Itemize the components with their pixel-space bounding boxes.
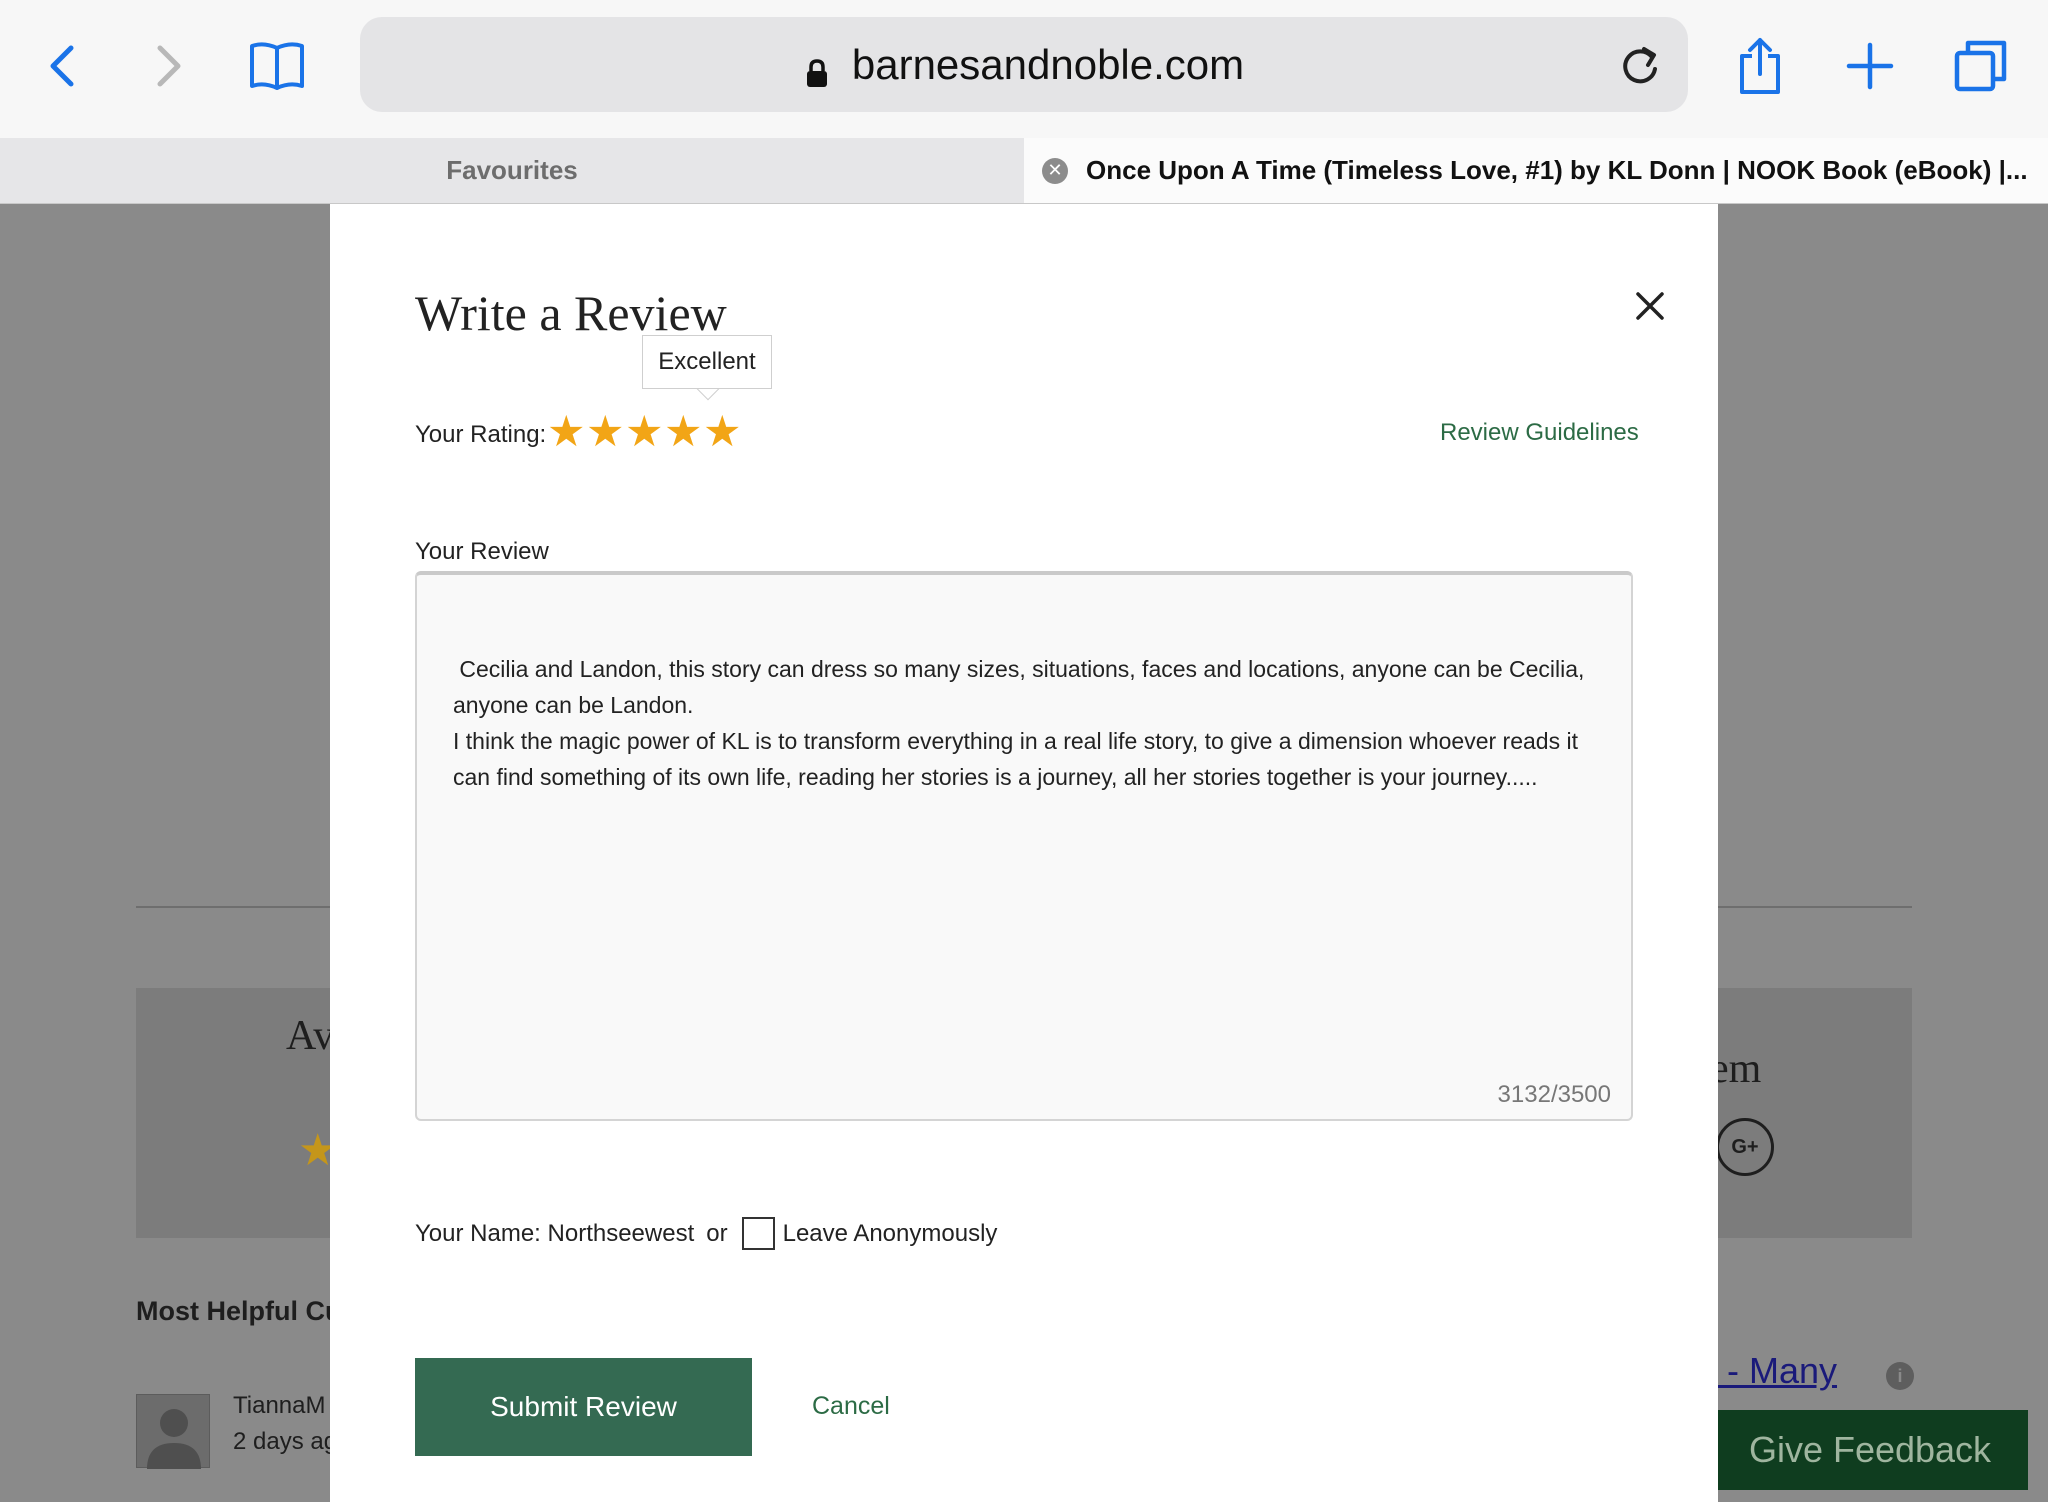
chevron-left-icon xyxy=(50,45,74,87)
give-feedback-button[interactable]: Give Feedback xyxy=(1712,1410,2028,1490)
character-counter: 3132/3500 xyxy=(1497,1081,1611,1108)
tab-label: Favourites xyxy=(446,155,578,185)
cancel-button[interactable]: Cancel xyxy=(812,1392,890,1421)
tabs-icon xyxy=(1954,40,2007,92)
rating-tooltip: Excellent xyxy=(642,335,772,389)
most-helpful-heading: Most Helpful Cu xyxy=(136,1296,342,1326)
reload-icon xyxy=(1623,47,1657,84)
chevron-right-icon xyxy=(157,45,181,87)
tab-bar: Favourites ✕ Once Upon A Time (Timeless … xyxy=(0,138,2048,204)
share-icon xyxy=(1740,38,1780,94)
forward-button[interactable] xyxy=(134,30,204,102)
star-icon-1[interactable]: ★ xyxy=(547,407,586,457)
reload-button[interactable] xyxy=(1618,39,1662,94)
tab-label: Once Upon A Time (Timeless Love, #1) by … xyxy=(1086,155,2028,185)
anonymous-checkbox[interactable] xyxy=(741,1217,775,1250)
tabs-overview-button[interactable] xyxy=(1946,30,2016,102)
name-row: Your Name: Northseewest or Leave Anonymo… xyxy=(415,1217,997,1250)
sort-link[interactable]: ) - Many xyxy=(1705,1350,1837,1392)
modal-title: Write a Review xyxy=(415,285,727,341)
close-icon xyxy=(1636,292,1664,320)
review-textarea[interactable]: Cecilia and Landon, this story can dress… xyxy=(415,571,1633,1121)
star-icon-4[interactable]: ★ xyxy=(664,407,703,457)
review-time: 2 days ag xyxy=(233,1428,338,1455)
star-icon-2[interactable]: ★ xyxy=(586,407,625,457)
review-label: Your Review xyxy=(415,538,549,565)
new-tab-button[interactable] xyxy=(1835,30,1905,102)
browser-toolbar: barnesandnoble.com xyxy=(0,0,2048,138)
reviewer-name: TiannaM xyxy=(233,1392,326,1419)
back-button[interactable] xyxy=(27,30,97,102)
ratings-heading-fragment: Av xyxy=(286,1013,335,1059)
share-button[interactable] xyxy=(1725,30,1795,102)
info-icon[interactable]: i xyxy=(1886,1362,1914,1390)
name-label: Your Name: Northseewest xyxy=(415,1219,695,1247)
address-bar[interactable]: barnesandnoble.com xyxy=(360,17,1688,112)
or-text: or xyxy=(706,1219,728,1247)
star-icon-5[interactable]: ★ xyxy=(703,407,742,457)
url-text: barnesandnoble.com xyxy=(851,40,1245,88)
review-text: Cecilia and Landon, this story can dress… xyxy=(453,656,1585,790)
star-rating: ★ ★ ★ ★ ★ xyxy=(547,407,742,457)
bookmarks-button[interactable] xyxy=(242,30,312,102)
tab-book-page[interactable]: ✕ Once Upon A Time (Timeless Love, #1) b… xyxy=(1024,138,2048,203)
review-guidelines-link[interactable]: Review Guidelines xyxy=(1440,419,1639,447)
submit-review-button[interactable]: Submit Review xyxy=(415,1358,752,1456)
write-review-modal: Write a Review Excellent Your Rating: ★ … xyxy=(330,204,1718,1502)
lock-icon xyxy=(804,50,830,87)
close-modal-button[interactable] xyxy=(1630,286,1670,326)
tab-favourites[interactable]: Favourites xyxy=(0,138,1024,203)
google-plus-icon[interactable]: G+ xyxy=(1716,1118,1774,1176)
plus-icon xyxy=(1846,42,1894,90)
book-icon xyxy=(250,42,304,90)
person-icon xyxy=(147,1409,201,1469)
close-tab-icon[interactable]: ✕ xyxy=(1042,157,1068,184)
rating-label: Your Rating: xyxy=(415,421,547,448)
star-icon-3[interactable]: ★ xyxy=(625,407,664,457)
anonymous-label[interactable]: Leave Anonymously xyxy=(783,1220,998,1248)
avatar xyxy=(136,1394,210,1469)
